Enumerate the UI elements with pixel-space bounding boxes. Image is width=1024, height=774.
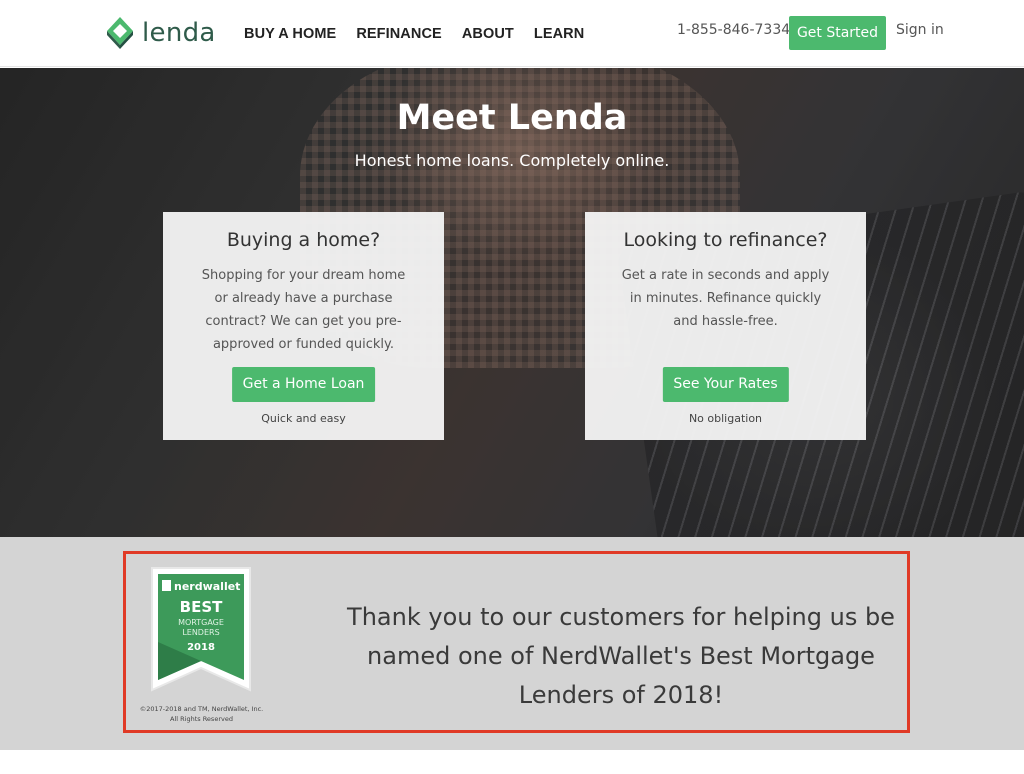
nav-learn[interactable]: LEARN xyxy=(534,26,584,42)
hero-section: Meet Lenda Honest home loans. Completely… xyxy=(0,68,1024,537)
card-note: No obligation xyxy=(688,412,763,425)
badge-mortgage-text: MORTGAGE xyxy=(178,618,224,627)
badge-copyright: ©2017-2018 and TM, NerdWallet, Inc. All … xyxy=(134,704,269,724)
card-body: Shopping for your dream home or already … xyxy=(201,268,406,352)
get-home-loan-button[interactable]: Get a Home Loan xyxy=(231,367,376,402)
page-bottom-strip xyxy=(0,750,1024,774)
card-heading: Looking to refinance? xyxy=(623,229,828,251)
get-started-button[interactable]: Get Started xyxy=(789,16,886,50)
nav-about[interactable]: ABOUT xyxy=(462,26,514,42)
award-message: Thank you to our customers for helping u… xyxy=(347,603,895,709)
logo-text: lenda xyxy=(142,18,216,48)
nerdwallet-badge: nerdwallet BEST MORTGAGE LENDERS 2018 xyxy=(148,564,254,694)
hero-title: Meet Lenda xyxy=(396,98,628,138)
lenda-diamond-logo-icon xyxy=(106,16,134,50)
card-body: Get a rate in seconds and apply in minut… xyxy=(621,268,830,329)
logo-link[interactable]: lenda xyxy=(106,15,216,51)
see-your-rates-button[interactable]: See Your Rates xyxy=(662,367,789,402)
badge-best-text: BEST xyxy=(180,598,223,616)
copyright-line-1: ©2017-2018 and TM, NerdWallet, Inc. xyxy=(139,705,264,713)
sign-in-link[interactable]: Sign in xyxy=(896,22,944,38)
award-highlight-box: nerdwallet BEST MORTGAGE LENDERS 2018 ©2… xyxy=(123,551,910,733)
site-header: lenda BUY A HOME REFINANCE ABOUT LEARN 1… xyxy=(0,0,1024,67)
buying-home-card: Buying a home? Shopping for your dream h… xyxy=(163,212,444,440)
refinance-card: Looking to refinance? Get a rate in seco… xyxy=(585,212,866,440)
copyright-line-2: All Rights Reserved xyxy=(170,715,233,723)
award-band: nerdwallet BEST MORTGAGE LENDERS 2018 ©2… xyxy=(0,537,1024,750)
nav-buy-a-home[interactable]: BUY A HOME xyxy=(244,26,336,42)
phone-number-link[interactable]: 1-855-846-7334 xyxy=(677,22,790,38)
card-note: Quick and easy xyxy=(261,412,346,425)
badge-lenders-text: LENDERS xyxy=(182,628,219,637)
badge-year-text: 2018 xyxy=(187,642,215,653)
nav-refinance[interactable]: REFINANCE xyxy=(356,26,442,42)
hero-subtitle: Honest home loans. Completely online. xyxy=(354,151,670,170)
main-nav: BUY A HOME REFINANCE ABOUT LEARN xyxy=(244,0,584,67)
badge-brand-text: nerdwallet xyxy=(174,580,240,593)
card-heading: Buying a home? xyxy=(226,229,381,251)
hero-overlay xyxy=(0,68,1024,537)
